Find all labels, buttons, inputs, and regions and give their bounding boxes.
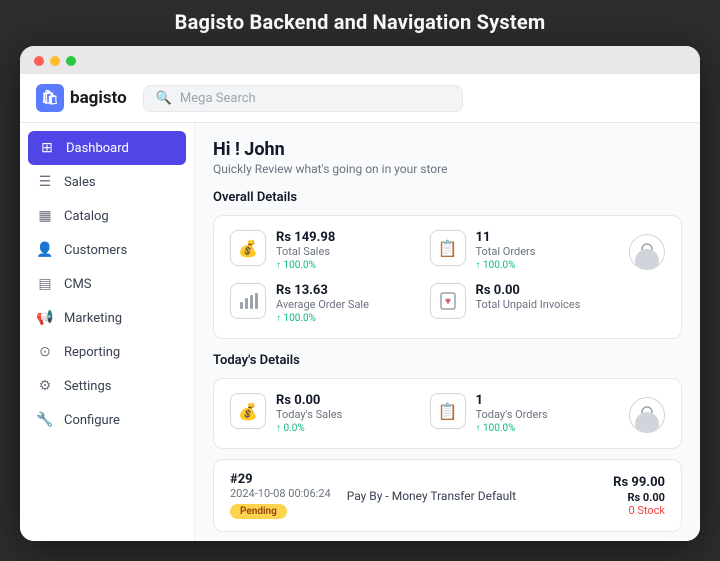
sidebar-item-label-configure: Configure: [64, 413, 120, 428]
today-avatar: [629, 397, 665, 433]
total-sales-text: Rs 149.98 Total Sales 100.0%: [276, 230, 335, 271]
avg-order-text: Rs 13.63 Average Order Sale 100.0%: [276, 283, 369, 324]
order-payment: Pay By - Money Transfer Default: [347, 489, 597, 503]
logo-area: 🛍 bagisto: [36, 84, 127, 112]
sidebar-item-label-cms: CMS: [64, 277, 92, 292]
today-orders-icon: 📋: [430, 393, 466, 429]
sidebar-item-label-dashboard: Dashboard: [66, 141, 129, 156]
greeting: Hi ! John: [213, 139, 682, 160]
sidebar-item-marketing[interactable]: 📢 Marketing: [20, 301, 194, 335]
stat-total-orders: 📋 11 Total Orders 100.0%: [430, 230, 614, 271]
browser-window: 🛍 bagisto 🔍 Mega Search ⊞ Dashboard ☰ Sa…: [20, 46, 700, 541]
settings-icon: ⚙: [36, 378, 54, 394]
outer-wrapper: Bagisto Backend and Navigation System 🛍 …: [0, 0, 720, 561]
sidebar-item-label-reporting: Reporting: [64, 345, 120, 360]
total-sales-icon: 💰: [230, 230, 266, 266]
total-orders-text: 11 Total Orders 100.0%: [476, 230, 536, 271]
stat-today-orders: 📋 1 Today's Orders 100.0%: [430, 393, 614, 434]
order-info: #29 2024-10-08 00:06:24 Pending: [230, 472, 331, 519]
sidebar-item-label-catalog: Catalog: [64, 209, 109, 224]
sidebar-item-reporting[interactable]: ⊙ Reporting: [20, 335, 194, 369]
today-orders-change: 100.0%: [476, 423, 548, 434]
today-orders-text: 1 Today's Orders 100.0%: [476, 393, 548, 434]
unpaid-invoices-label: Total Unpaid Invoices: [476, 298, 581, 311]
app-body: ⊞ Dashboard ☰ Sales ▦ Catalog 👤 Customer…: [20, 123, 700, 541]
order-row[interactable]: #29 2024-10-08 00:06:24 Pending Pay By -…: [213, 459, 682, 532]
search-icon: 🔍: [156, 91, 172, 106]
avg-order-label: Average Order Sale: [276, 298, 369, 311]
overall-section-title: Overall Details: [213, 190, 682, 205]
dot-close[interactable]: [34, 56, 44, 66]
sidebar-item-catalog[interactable]: ▦ Catalog: [20, 199, 194, 233]
total-sales-value: Rs 149.98: [276, 230, 335, 245]
avg-order-change: 100.0%: [276, 313, 369, 324]
stat-total-sales: 💰 Rs 149.98 Total Sales 100.0%: [230, 230, 414, 271]
sidebar-item-cms[interactable]: ▤ CMS: [20, 267, 194, 301]
stat-today-sales: 💰 Rs 0.00 Today's Sales 0.0%: [230, 393, 414, 434]
overall-stats-card: 💰 Rs 149.98 Total Sales 100.0% 📋 11: [213, 215, 682, 339]
sidebar: ⊞ Dashboard ☰ Sales ▦ Catalog 👤 Customer…: [20, 123, 195, 541]
logo-icon: 🛍: [36, 84, 64, 112]
today-sales-value: Rs 0.00: [276, 393, 342, 408]
search-bar[interactable]: 🔍 Mega Search: [143, 85, 463, 112]
dot-minimize[interactable]: [50, 56, 60, 66]
main-content: Hi ! John Quickly Review what's going on…: [195, 123, 700, 541]
today-stats-card: 💰 Rs 0.00 Today's Sales 0.0% 📋 1: [213, 378, 682, 449]
total-sales-label: Total Sales: [276, 245, 335, 258]
stat-unpaid-invoices: Rs 0.00 Total Unpaid Invoices: [430, 283, 614, 319]
today-sales-icon: 💰: [230, 393, 266, 429]
order-stock: 0 Stock: [613, 504, 665, 517]
today-orders-label: Today's Orders: [476, 408, 548, 421]
sidebar-item-label-settings: Settings: [64, 379, 111, 394]
total-sales-change: 100.0%: [276, 260, 335, 271]
search-placeholder: Mega Search: [180, 91, 256, 106]
unpaid-invoices-text: Rs 0.00 Total Unpaid Invoices: [476, 283, 581, 313]
sidebar-item-sales[interactable]: ☰ Sales: [20, 165, 194, 199]
logo-text: bagisto: [70, 88, 127, 108]
configure-icon: 🔧: [36, 412, 54, 428]
greeting-sub: Quickly Review what's going on in your s…: [213, 162, 682, 176]
today-section-title: Today's Details: [213, 353, 682, 368]
catalog-icon: ▦: [36, 208, 54, 224]
avg-order-icon: [230, 283, 266, 319]
sidebar-item-settings[interactable]: ⚙ Settings: [20, 369, 194, 403]
total-orders-label: Total Orders: [476, 245, 536, 258]
unpaid-invoices-value: Rs 0.00: [476, 283, 581, 298]
today-sales-label: Today's Sales: [276, 408, 342, 421]
app-header: 🛍 bagisto 🔍 Mega Search: [20, 74, 700, 123]
order-amount-rs: Rs 99.00: [613, 475, 665, 490]
reporting-icon: ⊙: [36, 344, 54, 360]
page-title: Bagisto Backend and Navigation System: [175, 10, 546, 34]
dot-maximize[interactable]: [66, 56, 76, 66]
sidebar-item-label-sales: Sales: [64, 175, 96, 190]
cms-icon: ▤: [36, 276, 54, 292]
total-orders-change: 100.0%: [476, 260, 536, 271]
order-status-badge: Pending: [230, 504, 287, 519]
total-orders-value: 11: [476, 230, 536, 245]
sales-icon: ☰: [36, 174, 54, 190]
sidebar-item-label-marketing: Marketing: [64, 311, 122, 326]
browser-dots: [34, 56, 686, 66]
order-totals: Rs 99.00 Rs 0.00 0 Stock: [613, 475, 665, 517]
sidebar-item-label-customers: Customers: [64, 243, 127, 258]
total-orders-icon: 📋: [430, 230, 466, 266]
unpaid-invoices-icon: [430, 283, 466, 319]
avg-order-value: Rs 13.63: [276, 283, 369, 298]
order-date: 2024-10-08 00:06:24: [230, 487, 331, 500]
today-sales-text: Rs 0.00 Today's Sales 0.0%: [276, 393, 342, 434]
order-total-value: Rs 0.00: [627, 491, 665, 504]
dashboard-icon: ⊞: [38, 140, 56, 156]
customers-icon: 👤: [36, 242, 54, 258]
marketing-icon: 📢: [36, 310, 54, 326]
order-id: #29: [230, 472, 331, 487]
today-sales-change: 0.0%: [276, 423, 342, 434]
today-orders-value: 1: [476, 393, 548, 408]
order-amount: Rs 99.00: [613, 475, 665, 490]
browser-chrome: [20, 46, 700, 74]
sidebar-item-dashboard[interactable]: ⊞ Dashboard: [28, 131, 186, 165]
sidebar-item-configure[interactable]: 🔧 Configure: [20, 403, 194, 437]
overall-avatar: [629, 234, 665, 270]
sidebar-item-customers[interactable]: 👤 Customers: [20, 233, 194, 267]
stat-avg-order: Rs 13.63 Average Order Sale 100.0%: [230, 283, 414, 324]
